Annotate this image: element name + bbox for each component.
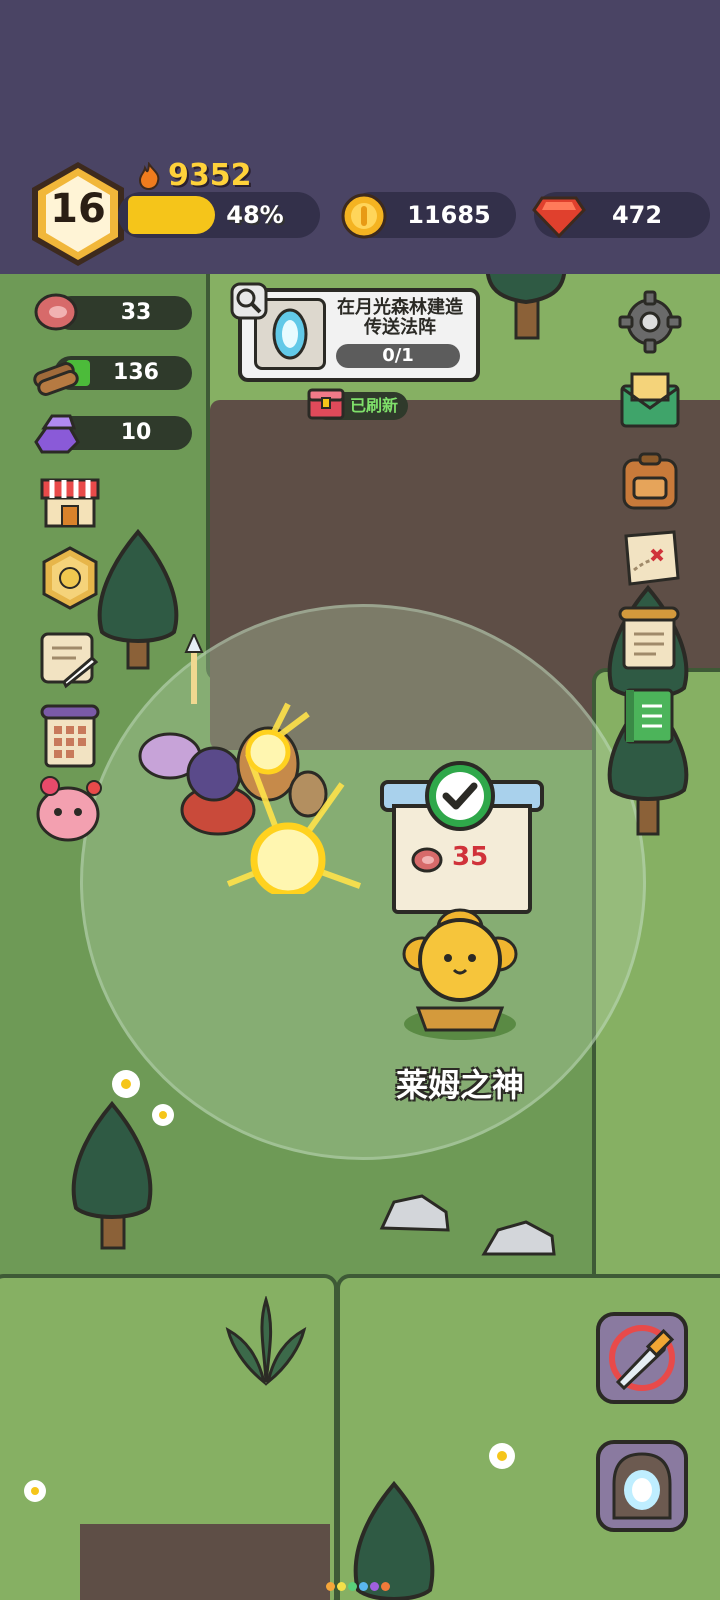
meat-icon — [411, 847, 443, 873]
crystal-value: 10 — [120, 420, 152, 445]
build-cost-value: 35 — [452, 842, 489, 872]
slime-god-statue-icon[interactable] — [398, 904, 522, 1044]
red-gem-icon — [532, 196, 586, 238]
meat-resource-icon — [34, 293, 78, 331]
flower-icon — [489, 1443, 515, 1469]
bottom-left-dirt — [80, 1524, 330, 1600]
chest-refresh-label: 已刷新 — [350, 396, 399, 415]
meat-value: 33 — [120, 300, 152, 325]
mail-icon[interactable] — [618, 368, 682, 430]
pine-tree-icon — [71, 1100, 153, 1250]
wood-value: 136 — [113, 360, 159, 385]
scroll-feather-icon[interactable] — [36, 628, 102, 690]
building-name: 莱姆之神 — [395, 1066, 524, 1104]
quest-title: 在月光森林建造传送法阵 — [337, 297, 463, 338]
rock-icon — [481, 1220, 556, 1256]
top-status-bar: 16 9352 48% 11685 472 — [0, 0, 720, 276]
gold-coin-icon — [341, 193, 387, 239]
achievement-medal-icon[interactable] — [38, 546, 102, 612]
guide-book-icon[interactable] — [622, 686, 676, 746]
wood-logs-icon — [33, 362, 79, 396]
fern-plant-icon — [225, 1296, 307, 1386]
checkmark-icon — [425, 761, 495, 831]
calendar-scroll-icon[interactable] — [38, 704, 102, 770]
quest-board-icon[interactable] — [616, 606, 682, 672]
portal-icon[interactable] — [594, 1438, 690, 1534]
pine-tree-icon — [485, 274, 567, 340]
power-value: 9352 — [168, 158, 252, 193]
page-indicator-dots — [326, 1576, 396, 1591]
player-level: 16 — [50, 186, 106, 232]
coins-value: 11685 — [407, 201, 491, 229]
game-map[interactable]: 35 莱姆之神 在月光森林建造传送法阵 0/1 已刷新 33 136 10 — [0, 274, 720, 1600]
xp-percent: 48% — [226, 201, 284, 229]
flower-icon — [24, 1480, 46, 1502]
battle-swords-icon[interactable] — [594, 1310, 690, 1406]
xp-bar-fill — [128, 196, 215, 234]
purple-ingot-icon — [34, 414, 80, 454]
pink-pet-icon[interactable] — [34, 774, 108, 844]
flower-icon — [152, 1104, 174, 1126]
quest-progress: 0/1 — [336, 344, 460, 368]
treasure-map-icon[interactable] — [618, 530, 682, 588]
shop-icon[interactable] — [40, 470, 100, 530]
flame-icon — [138, 162, 160, 190]
quest-panel[interactable]: 在月光森林建造传送法阵 0/1 — [238, 288, 480, 382]
gems-value: 472 — [611, 201, 663, 229]
rock-icon — [379, 1194, 450, 1232]
hero-party-icon[interactable] — [128, 634, 378, 894]
flower-icon — [112, 1070, 140, 1098]
magnifier-icon[interactable] — [230, 282, 268, 320]
backpack-icon[interactable] — [618, 450, 682, 512]
settings-gear-icon[interactable] — [618, 290, 682, 354]
treasure-chest-icon — [307, 388, 345, 420]
xp-bar: 48% — [118, 192, 320, 238]
